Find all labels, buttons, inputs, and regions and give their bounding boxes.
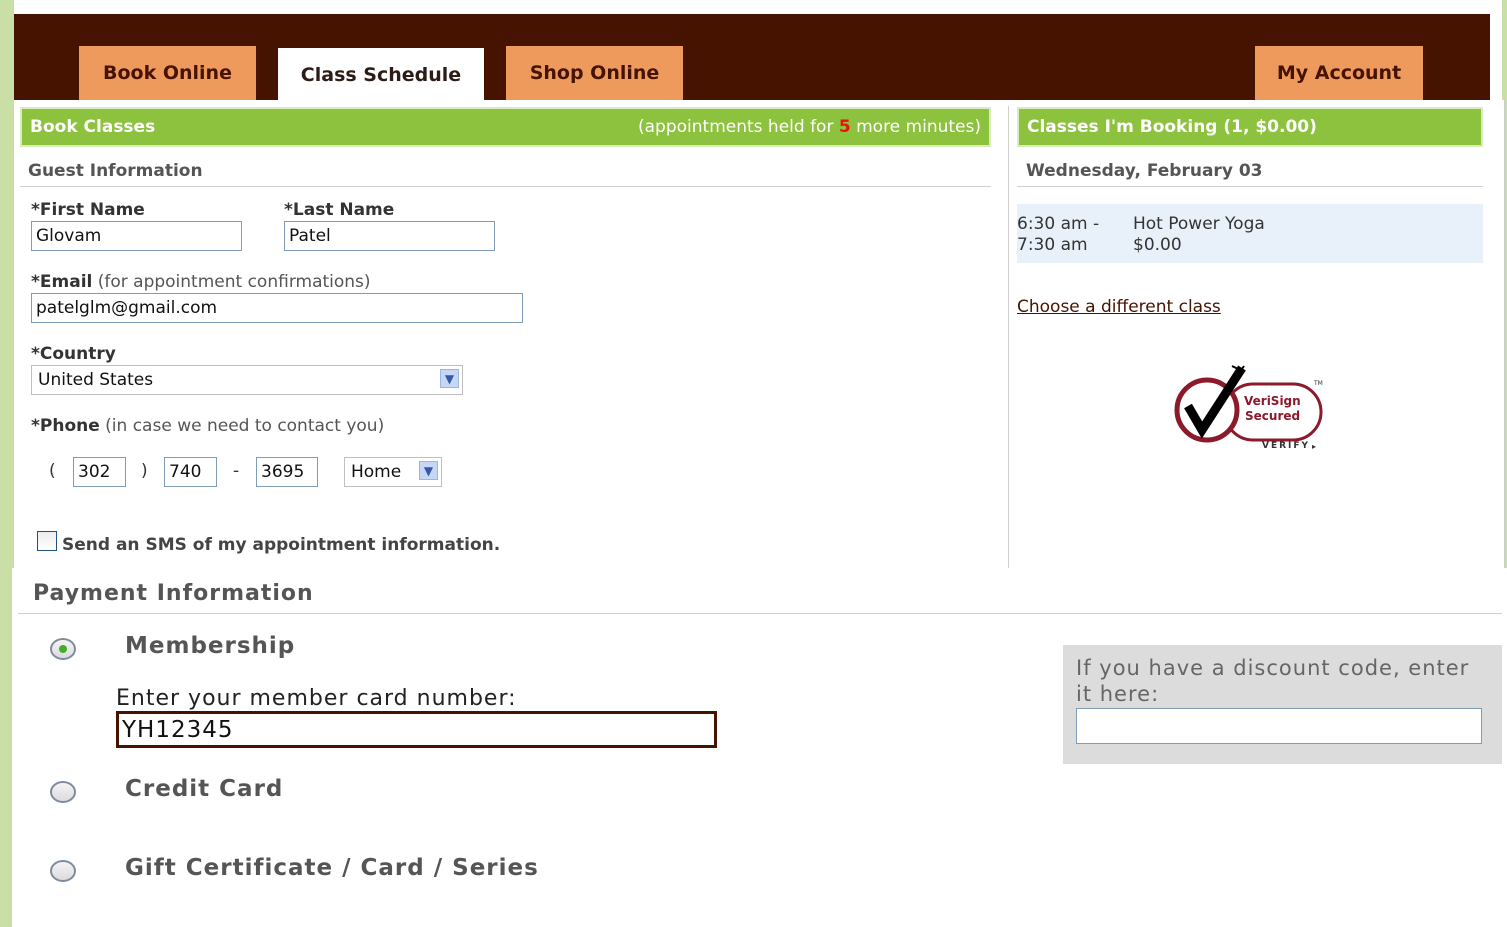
verisign-seal-line2: Secured	[1245, 409, 1301, 423]
email-field[interactable]	[31, 293, 523, 323]
column-divider	[1008, 106, 1009, 568]
email-label-row: *Email (for appointment confirmations)	[31, 272, 371, 292]
booked-class-row: 6:30 am - 7:30 am Hot Power Yoga $0.00	[1017, 204, 1483, 263]
book-classes-title: Book Classes	[30, 117, 156, 137]
tab-book-online[interactable]: Book Online	[79, 46, 256, 100]
verisign-verify-text: VERIFY	[1262, 441, 1311, 451]
gift-certificate-label: Gift Certificate / Card / Series	[125, 855, 539, 881]
sms-checkbox[interactable]	[37, 531, 57, 551]
country-select[interactable]: United States ▼	[31, 365, 463, 395]
first-name-field[interactable]	[31, 221, 242, 251]
last-name-field[interactable]	[284, 221, 495, 251]
discount-code-box: If you have a discount code, enter it he…	[1063, 645, 1502, 764]
phone-type-select[interactable]: Home ▼	[344, 457, 442, 487]
verisign-seal-line1: VeriSign	[1244, 394, 1301, 408]
phone-open-paren: (	[49, 461, 56, 481]
email-note: (for appointment confirmations)	[97, 272, 371, 292]
radio-selected-dot	[59, 645, 67, 653]
country-label: *Country	[31, 344, 116, 364]
phone-type-value: Home	[351, 462, 402, 482]
credit-card-radio[interactable]	[50, 781, 76, 803]
tab-shop-online[interactable]: Shop Online	[506, 46, 683, 100]
booking-summary-title: Classes I'm Booking (1, $0.00)	[1027, 117, 1317, 137]
verisign-verify-arrow-icon: ▸	[1312, 442, 1317, 451]
class-start-time: 6:30 am -	[1017, 214, 1100, 234]
left-frame-bar	[0, 0, 14, 568]
hold-minutes: 5	[838, 117, 851, 137]
gift-certificate-radio[interactable]	[50, 860, 76, 882]
hold-notice-suffix: more minutes)	[850, 117, 981, 137]
phone-close-paren: )	[141, 461, 148, 481]
tab-my-account[interactable]: My Account	[1255, 46, 1423, 100]
credit-card-label: Credit Card	[125, 776, 284, 802]
membership-label: Membership	[125, 633, 296, 659]
booking-panel	[14, 100, 1505, 568]
phone-label-row: *Phone (in case we need to contact you)	[31, 416, 384, 436]
phone-line-field[interactable]	[256, 457, 318, 487]
guest-info-rule	[20, 186, 991, 187]
member-card-label: Enter your member card number:	[116, 686, 517, 711]
discount-code-field[interactable]	[1076, 708, 1482, 744]
booking-summary-bar: Classes I'm Booking (1, $0.00)	[1017, 107, 1483, 147]
choose-different-class-link[interactable]: Choose a different class	[1017, 297, 1221, 317]
booking-date-rule	[1017, 186, 1483, 187]
payment-info-rule	[18, 613, 1502, 614]
booking-date: Wednesday, February 03	[1026, 161, 1263, 181]
hold-notice: (appointments held for 5 more minutes)	[638, 117, 981, 137]
verisign-tm-mark: TM	[1314, 380, 1323, 387]
member-card-number-field[interactable]	[116, 711, 717, 748]
first-name-label: *First Name	[31, 200, 145, 220]
last-name-label: *Last Name	[284, 200, 395, 220]
book-classes-bar: Book Classes (appointments held for 5 mo…	[20, 107, 991, 147]
left-frame-bar-lower	[0, 568, 12, 927]
chevron-down-icon: ▼	[419, 461, 438, 480]
phone-area-code-field[interactable]	[73, 457, 126, 487]
payment-info-title: Payment Information	[33, 581, 314, 606]
class-end-time: 7:30 am	[1017, 235, 1088, 255]
class-price: $0.00	[1133, 235, 1182, 255]
sms-label: Send an SMS of my appointment informatio…	[62, 535, 501, 555]
email-label: *Email	[31, 272, 93, 292]
phone-prefix-field[interactable]	[164, 457, 217, 487]
hold-notice-prefix: (appointments held for	[638, 117, 839, 137]
guest-info-title: Guest Information	[28, 161, 203, 181]
chevron-down-icon: ▼	[440, 369, 459, 388]
phone-note: (in case we need to contact you)	[105, 416, 385, 436]
membership-radio[interactable]	[50, 638, 76, 660]
phone-dash: -	[233, 461, 240, 481]
verisign-seal[interactable]: VeriSign Secured VERIFY ▸ TM	[1170, 362, 1330, 457]
tab-class-schedule[interactable]: Class Schedule	[278, 48, 484, 102]
country-value: United States	[38, 370, 154, 390]
class-name: Hot Power Yoga	[1133, 214, 1265, 234]
phone-label: *Phone	[31, 416, 100, 436]
discount-code-label: If you have a discount code, enter it he…	[1076, 656, 1470, 706]
